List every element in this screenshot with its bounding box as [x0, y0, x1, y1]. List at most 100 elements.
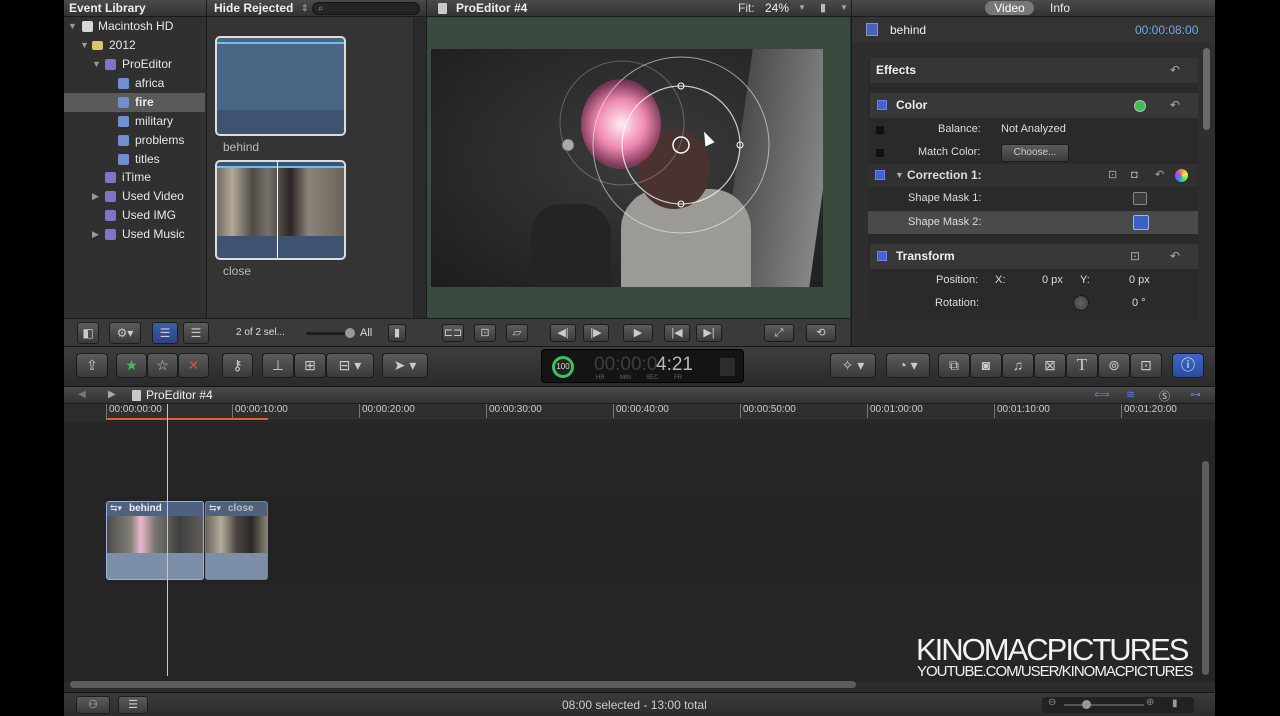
zoom-control[interactable]: ⊖ ⊕ ▮ [1042, 697, 1194, 713]
clip-thumbnail-close[interactable] [215, 160, 346, 260]
library-item-africa[interactable]: africa [64, 74, 205, 93]
background-tasks-indicator[interactable]: 100 [552, 356, 574, 378]
browser-scrollbar[interactable] [413, 18, 425, 318]
position-x-value[interactable]: 0 px [1042, 269, 1063, 292]
filmstrip-view-button[interactable]: ☰ [152, 322, 178, 344]
connect-clip-button[interactable]: ⊥ [262, 353, 294, 378]
snapping-icon[interactable]: Ⓢ [1159, 388, 1170, 404]
library-item-used-video[interactable]: ▶ Used Video [64, 187, 205, 206]
clip-size-slider[interactable] [306, 328, 355, 338]
transitions-browser-button[interactable]: ⊠ [1034, 353, 1066, 378]
balance-checkbox[interactable] [876, 126, 884, 134]
clip-thumbnail-behind[interactable] [215, 36, 346, 136]
go-to-start-button[interactable]: |◀ [664, 324, 690, 342]
color-section-header[interactable]: Color ↶ [870, 93, 1198, 118]
distort-tool-button[interactable]: ▱ [506, 324, 528, 342]
action-menu-button[interactable]: ⚙▾ [109, 322, 141, 344]
library-item-proeditor[interactable]: ▼ ProEditor [64, 55, 205, 74]
clip-appearance-icon[interactable]: ⟺ [1094, 388, 1110, 401]
video-frame[interactable] [431, 49, 823, 287]
shape-mask-2-row[interactable]: Shape Mask 2: [868, 211, 1198, 234]
photo-browser-button[interactable]: ◙ [970, 353, 1002, 378]
timeline-clip-close[interactable]: close ⇆▾ [205, 501, 268, 580]
audio-waveform-button[interactable]: ▮ [388, 324, 406, 342]
library-item-problems[interactable]: problems [64, 131, 205, 150]
library-toggle-button[interactable]: ◧ [77, 322, 99, 344]
zoom-popup[interactable]: 24% [765, 0, 789, 16]
disclosure-triangle-icon[interactable]: ▼ [92, 55, 101, 74]
favorite-button[interactable]: ★ [116, 353, 147, 378]
audio-meter-icon[interactable] [720, 358, 735, 376]
disclosure-triangle-icon[interactable]: ▼ [80, 36, 89, 55]
library-item-used-img[interactable]: Used IMG [64, 206, 205, 225]
reject-button[interactable]: ✕ [178, 353, 209, 378]
reset-icon[interactable]: ↶ [1170, 58, 1180, 83]
forward-arrow-icon[interactable]: ▶ [108, 389, 116, 400]
timeline-clip-behind[interactable]: behind ⇆▾ [106, 501, 204, 580]
mark-in-button[interactable]: ⊏⊐ [442, 324, 464, 342]
enhancements-button[interactable]: ✧ ▾ [830, 353, 876, 378]
correction-row[interactable]: ▼ Correction 1: ⊡ ◘ ↶ [868, 164, 1198, 187]
zoom-slider-knob[interactable] [1082, 700, 1091, 709]
view-options-icon[interactable]: ▮ [820, 0, 826, 16]
color-wheel-icon[interactable] [1175, 169, 1188, 182]
tab-info[interactable]: Info [1050, 0, 1070, 16]
choose-button[interactable]: Choose... [1001, 144, 1069, 162]
reset-icon[interactable]: ↶ [1155, 164, 1164, 187]
clip-height-icon[interactable]: ▮ [1172, 698, 1178, 709]
generators-browser-button[interactable]: ⊚ [1098, 353, 1130, 378]
unrate-button[interactable]: ☆ [147, 353, 178, 378]
insert-clip-button[interactable]: ⊞ [294, 353, 326, 378]
library-item-macintosh-hd[interactable]: ▼ Macintosh HD [64, 17, 205, 36]
effects-browser-button[interactable]: ⧉ [938, 353, 970, 378]
loop-button[interactable]: ⟲ [806, 324, 836, 342]
timeline-index-button[interactable]: ☰ [118, 696, 148, 714]
library-item-titles[interactable]: titles [64, 150, 205, 169]
keyword-editor-button[interactable]: ⚷ [222, 353, 253, 378]
reset-icon[interactable]: ↶ [1170, 93, 1180, 118]
transform-tool-button[interactable]: ⊡ [474, 324, 496, 342]
fullscreen-button[interactable]: ⤢ [764, 324, 794, 342]
rotation-knob[interactable] [1073, 295, 1089, 311]
retime-button[interactable]: ◔ ▾ [886, 353, 930, 378]
clip-menu-icon[interactable]: ⇆▾ [110, 503, 122, 514]
disclosure-triangle-icon[interactable]: ▶ [92, 187, 99, 206]
timeline-ruler[interactable]: 00:00:00:00 00:00:10:00 00:00:20:00 00:0… [106, 404, 1215, 421]
themes-browser-button[interactable]: ⊡ [1130, 353, 1162, 378]
color-board-icon[interactable]: ⊡ [1108, 164, 1117, 187]
disclosure-triangle-icon[interactable]: ▼ [68, 17, 77, 36]
go-to-end-button[interactable]: ▶| [696, 324, 722, 342]
shape-mask-icon[interactable] [1133, 192, 1147, 205]
previous-frame-button[interactable]: ◀| [550, 324, 576, 342]
zoom-in-icon[interactable]: ⊕ [1146, 697, 1154, 708]
reset-icon[interactable]: ↶ [1170, 244, 1180, 269]
shape-mask-1-row[interactable]: Shape Mask 1: [868, 187, 1198, 210]
import-media-button[interactable]: ⇪ [76, 353, 108, 378]
library-item-used-music[interactable]: ▶ Used Music [64, 225, 205, 244]
color-enable-checkbox[interactable] [877, 100, 887, 110]
library-item-fire[interactable]: fire [64, 93, 205, 112]
timeline-scrollbar-horizontal[interactable] [70, 681, 856, 688]
audio-waveform-icon[interactable]: ≋ [1126, 388, 1135, 401]
library-item-itime[interactable]: iTime [64, 168, 205, 187]
match-color-checkbox[interactable] [876, 149, 884, 157]
add-mask-icon[interactable]: ◘ [1131, 164, 1138, 187]
titles-browser-button[interactable]: T [1066, 353, 1098, 378]
play-button[interactable]: ▶ [623, 324, 653, 342]
next-frame-button[interactable]: |▶ [583, 324, 609, 342]
transform-section-header[interactable]: Transform ⊡ ↶ [870, 244, 1198, 269]
select-tool-button[interactable]: ➤ ▾ [382, 353, 428, 378]
append-clip-button[interactable]: ⊟ ▾ [326, 353, 374, 378]
disclosure-triangle-icon[interactable]: ▼ [895, 164, 904, 187]
popup-arrows-icon[interactable]: ⇕ [301, 0, 309, 16]
add-effect-icon[interactable] [1134, 100, 1146, 112]
library-item-2012[interactable]: ▼ 2012 [64, 36, 205, 55]
audio-meters-button[interactable]: ⚇ [76, 696, 110, 714]
shape-mask-icon[interactable] [1133, 215, 1149, 230]
tab-video[interactable]: Video [985, 1, 1034, 15]
correction-enable-checkbox[interactable] [875, 170, 885, 180]
rotation-value[interactable]: 0 ° [1132, 292, 1146, 315]
chevron-down-icon[interactable]: ▼ [840, 0, 848, 16]
skimming-icon[interactable]: ⊶ [1190, 388, 1201, 401]
zoom-slider[interactable] [1064, 704, 1144, 706]
